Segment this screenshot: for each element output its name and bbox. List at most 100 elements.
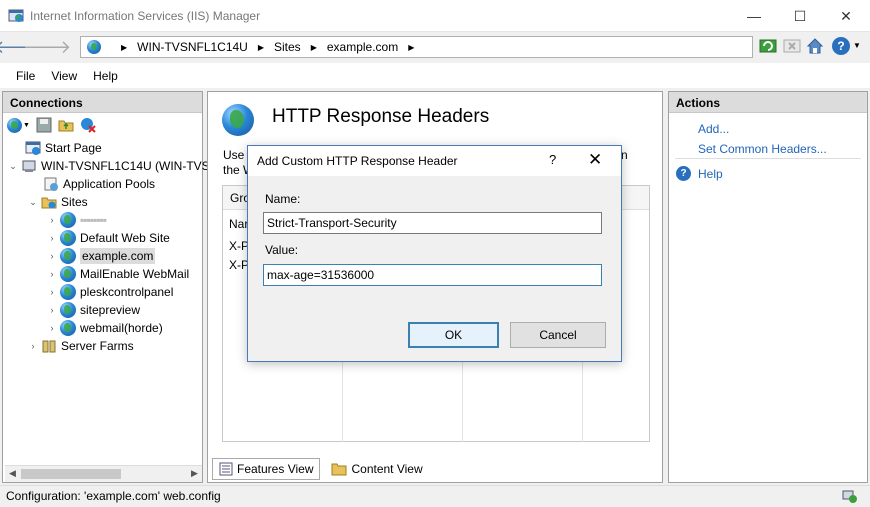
- horizontal-scrollbar[interactable]: ◀ ▶: [5, 465, 202, 482]
- breadcrumb-separator-icon: ▶: [310, 42, 317, 52]
- add-header-dialog: Add Custom HTTP Response Header ? ✕ Name…: [247, 145, 622, 362]
- chevron-right-icon[interactable]: ›: [46, 251, 58, 261]
- connect-globe-icon[interactable]: [7, 117, 22, 133]
- address-bar[interactable]: ▶ WIN-TVSNFL1C14U ▶ Sites ▶ example.com …: [80, 36, 753, 58]
- chevron-right-icon[interactable]: ›: [46, 269, 58, 279]
- tree-item-webmail-horde[interactable]: › webmail(horde): [46, 319, 163, 337]
- iis-app-icon: [8, 9, 24, 22]
- breadcrumb-sites[interactable]: Sites: [274, 40, 301, 54]
- server-icon: [22, 160, 36, 172]
- address-row: 🡐 🡒 ▶ WIN-TVSNFL1C14U ▶ Sites ▶ example.…: [0, 32, 870, 62]
- site-globe-icon: [60, 212, 76, 228]
- tree-item-sites[interactable]: ⌄ Sites: [27, 193, 87, 211]
- tab-content-view[interactable]: Content View: [324, 458, 429, 480]
- grid-row-2[interactable]: X-P: [229, 258, 249, 272]
- refresh-icon[interactable]: [759, 37, 777, 55]
- save-icon[interactable]: [36, 117, 52, 133]
- maximize-button[interactable]: ☐: [777, 0, 823, 32]
- add-action-link[interactable]: Add...: [698, 122, 729, 136]
- http-headers-globe-icon: [222, 104, 254, 136]
- chevron-right-icon[interactable]: ›: [46, 233, 58, 243]
- sites-folder-icon: [41, 197, 57, 209]
- dialog-title-bar: Add Custom HTTP Response Header ? ✕: [248, 146, 621, 176]
- breadcrumb-site[interactable]: example.com: [327, 40, 398, 54]
- actions-header: Actions: [669, 92, 867, 113]
- status-text: Configuration: 'example.com' web.config: [6, 489, 221, 503]
- description-tail: n: [621, 148, 628, 162]
- site-globe-icon: [60, 320, 76, 336]
- view-tabs: Features View Content View: [212, 458, 430, 480]
- disconnect-icon[interactable]: [80, 117, 96, 133]
- home-icon[interactable]: [806, 37, 824, 55]
- breadcrumb: ▶ WIN-TVSNFL1C14U ▶ Sites ▶ example.com …: [111, 40, 424, 54]
- forward-arrow-icon[interactable]: 🡒: [23, 35, 71, 59]
- menu-bar: File View Help: [0, 63, 870, 88]
- grid-row-1[interactable]: X-P: [229, 239, 249, 253]
- tab-features-view[interactable]: Features View: [212, 458, 321, 480]
- tree-item-blurred-site[interactable]: › ▪▪▪▪▪▪▪▪: [46, 211, 107, 229]
- menu-help[interactable]: Help: [85, 69, 126, 83]
- header-value-field[interactable]: [263, 264, 602, 286]
- chevron-down-icon[interactable]: ⌄: [27, 197, 39, 208]
- chevron-right-icon[interactable]: ›: [46, 305, 58, 315]
- globe-icon: [87, 40, 101, 54]
- actions-divider: [675, 158, 861, 159]
- ok-button[interactable]: OK: [408, 322, 499, 348]
- site-globe-icon: [60, 248, 76, 264]
- breadcrumb-separator-icon: ▶: [121, 42, 128, 52]
- scrollbar-thumb[interactable]: [21, 469, 121, 479]
- tree-item-server[interactable]: ⌄ WIN-TVSNFL1C14U (WIN-TVS: [7, 157, 209, 175]
- chevron-right-icon[interactable]: ›: [46, 323, 58, 333]
- dialog-close-button[interactable]: ✕: [588, 150, 602, 170]
- menu-view[interactable]: View: [43, 69, 85, 83]
- stop-icon[interactable]: [783, 37, 801, 55]
- connections-header: Connections: [3, 92, 202, 113]
- dialog-title: Add Custom HTTP Response Header: [257, 154, 458, 168]
- tree-item-pleskcontrolpanel[interactable]: › pleskcontrolpanel: [46, 283, 173, 301]
- close-button[interactable]: ✕: [823, 0, 869, 32]
- dialog-help-button[interactable]: ?: [549, 152, 556, 167]
- minimize-button[interactable]: —: [731, 0, 777, 32]
- page-title: HTTP Response Headers: [272, 106, 490, 127]
- name-label: Name:: [265, 192, 301, 206]
- title-bar: Internet Information Services (IIS) Mana…: [0, 0, 870, 32]
- connect-dropdown-icon[interactable]: ▼: [23, 122, 30, 129]
- header-name-field[interactable]: [263, 212, 602, 234]
- set-common-headers-link[interactable]: Set Common Headers...: [698, 142, 827, 156]
- actions-panel: Actions Add... Set Common Headers... ? H…: [668, 91, 868, 483]
- scroll-right-icon[interactable]: ▶: [191, 468, 198, 479]
- chevron-right-icon[interactable]: ›: [46, 215, 58, 225]
- breadcrumb-separator-icon: ▶: [257, 42, 264, 52]
- site-globe-icon: [60, 302, 76, 318]
- cancel-button[interactable]: Cancel: [510, 322, 606, 348]
- site-globe-icon: [60, 230, 76, 246]
- tree-item-server-farms[interactable]: › Server Farms: [27, 337, 134, 355]
- menu-file[interactable]: File: [8, 69, 43, 83]
- tree-item-sitepreview[interactable]: › sitepreview: [46, 301, 140, 319]
- tree-item-application-pools[interactable]: Application Pools: [43, 175, 155, 193]
- up-folder-icon[interactable]: [58, 117, 74, 133]
- start-page-icon: [25, 141, 41, 155]
- help-dropdown-icon[interactable]: ▼: [853, 41, 861, 50]
- breadcrumb-separator-icon: ▶: [408, 42, 415, 52]
- help-action-link[interactable]: Help: [698, 167, 723, 181]
- value-label: Value:: [265, 243, 299, 257]
- chevron-right-icon[interactable]: ›: [46, 287, 58, 297]
- help-circle-icon: ?: [676, 166, 691, 181]
- application-pools-icon: [44, 177, 58, 191]
- connections-toolbar: ▼: [3, 113, 202, 137]
- help-icon[interactable]: ?: [832, 37, 850, 55]
- window-title: Internet Information Services (IIS) Mana…: [30, 9, 261, 23]
- breadcrumb-server[interactable]: WIN-TVSNFL1C14U: [137, 40, 248, 54]
- chevron-down-icon[interactable]: ⌄: [7, 161, 19, 172]
- connections-panel: Connections ▼ Start Page ⌄ WIN-TVSNFL1C1…: [2, 91, 210, 483]
- tree-item-mailenable-webmail[interactable]: › MailEnable WebMail: [46, 265, 189, 283]
- grid-row-name[interactable]: Nar: [229, 217, 248, 231]
- tree-item-example-com[interactable]: › example.com: [46, 247, 156, 265]
- network-status-icon: [842, 490, 857, 503]
- chevron-right-icon[interactable]: ›: [27, 341, 39, 351]
- tree-item-default-web-site[interactable]: › Default Web Site: [46, 229, 170, 247]
- tree-item-start-page[interactable]: Start Page: [25, 139, 102, 157]
- scroll-left-icon[interactable]: ◀: [9, 468, 16, 479]
- status-bar: Configuration: 'example.com' web.config: [0, 485, 870, 507]
